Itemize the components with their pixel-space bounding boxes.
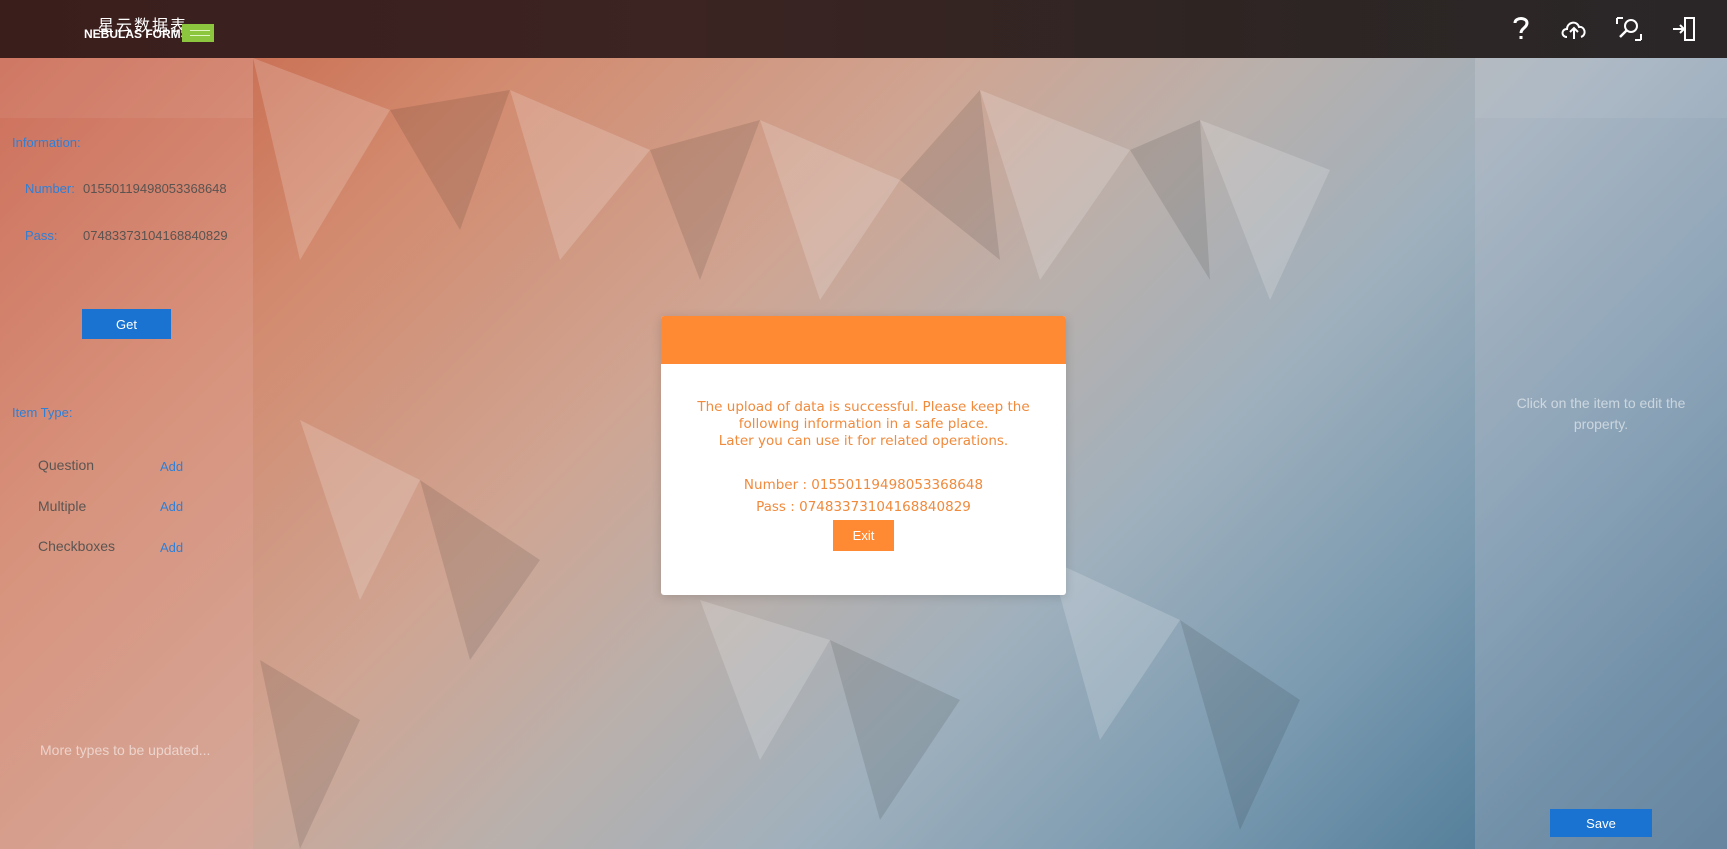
exit-icon[interactable] (1668, 13, 1700, 45)
left-sidebar-header-band (0, 58, 253, 118)
item-type-title: Item Type: (12, 405, 73, 420)
left-sidebar: Information: Number: 0155011949805336864… (0, 58, 253, 849)
get-button[interactable]: Get (82, 309, 171, 339)
add-question-link[interactable]: Add (160, 459, 183, 474)
cloud-upload-icon[interactable] (1558, 13, 1590, 45)
dialog-number-line: Number : 01550119498053368648 (743, 477, 984, 493)
top-bar: 星云数据表 NEBULAS FORMS (0, 0, 1727, 58)
right-property-panel: Click on the item to edit the property. … (1475, 58, 1727, 849)
exit-button[interactable]: Exit (833, 520, 894, 551)
number-value: 01550119498053368648 (83, 181, 227, 196)
property-hint-text: Click on the item to edit the property. (1516, 395, 1686, 432)
more-types-note: More types to be updated... (40, 742, 211, 758)
dialog-message: The upload of data is successful. Please… (681, 399, 1046, 450)
logo-english-text: NEBULAS FORMS (84, 27, 189, 41)
dialog-header (661, 316, 1066, 364)
pass-label: Pass: (25, 228, 58, 243)
add-multiple-link[interactable]: Add (160, 499, 183, 514)
type-multiple-label: Multiple (38, 498, 87, 514)
pass-value: 07483373104168840829 (83, 228, 228, 243)
app-logo[interactable]: 星云数据表 NEBULAS FORMS (84, 12, 219, 46)
dialog-message-line-3: Later you can use it for related operati… (718, 433, 1009, 449)
information-title: Information: (12, 135, 81, 150)
search-icon[interactable] (1613, 13, 1645, 45)
number-label: Number: (25, 181, 75, 196)
dialog-message-line-1: The upload of data is successful. Please… (697, 399, 1030, 415)
save-button[interactable]: Save (1550, 809, 1652, 837)
dialog-pass-line: Pass : 07483373104168840829 (756, 499, 971, 515)
type-question-label: Question (38, 457, 95, 473)
right-panel-header-band (1475, 58, 1727, 118)
logo-mark-icon (182, 24, 214, 42)
upload-success-dialog: The upload of data is successful. Please… (661, 316, 1066, 595)
type-checkboxes-label: Checkboxes (38, 538, 116, 554)
add-checkboxes-link[interactable]: Add (160, 540, 183, 555)
help-icon[interactable] (1505, 13, 1537, 45)
dialog-message-line-2: following information in a safe place. (738, 416, 989, 432)
